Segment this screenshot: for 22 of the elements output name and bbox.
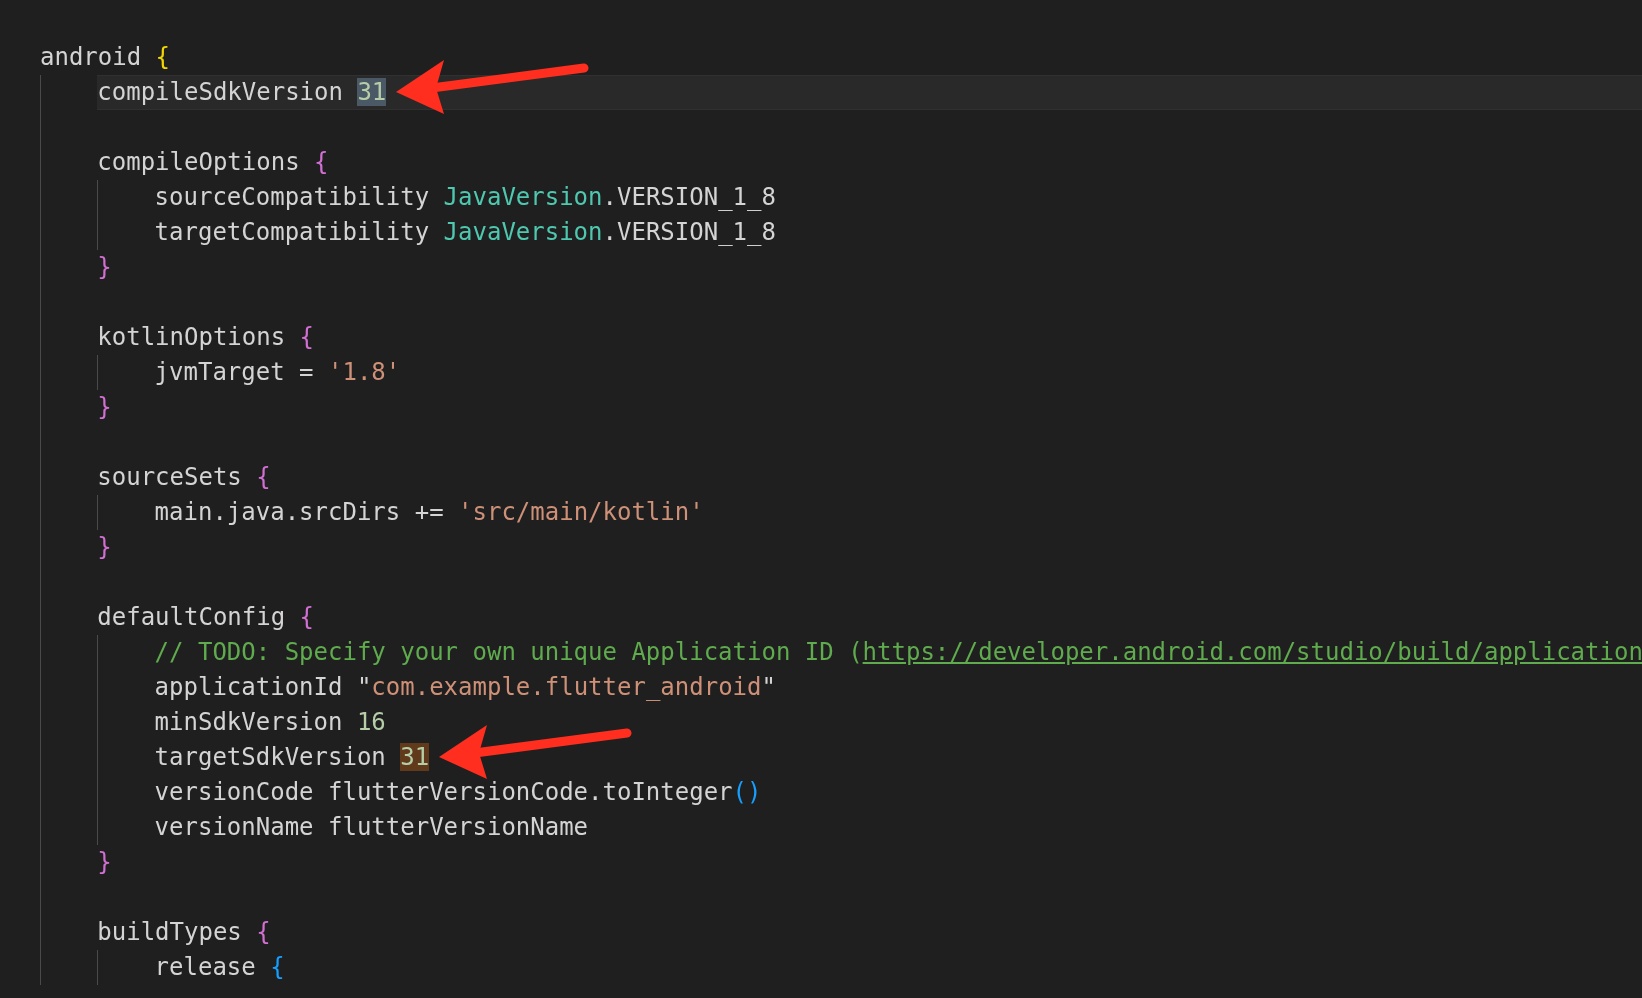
code-line: } xyxy=(97,847,113,878)
code-line: applicationId "com.example.flutter_android" xyxy=(154,672,777,703)
code-line: versionCode flutterVersionCode.toInteger() xyxy=(154,777,763,808)
code-line: // TODO: Specify your own unique Application ID (https://developer.android.com/studio/build/application xyxy=(154,637,1642,668)
code-line: sourceCompatibility JavaVersion.VERSION_1_8 xyxy=(154,182,777,213)
code-line: compileOptions { xyxy=(97,147,330,178)
link[interactable]: https://developer.android.com/studio/build/application xyxy=(862,638,1642,666)
code-line: } xyxy=(97,252,113,283)
code-line: defaultConfig { xyxy=(97,602,316,633)
code-line: minSdkVersion 16 xyxy=(154,707,387,738)
code-line: kotlinOptions { xyxy=(97,322,316,353)
code-line: android { xyxy=(40,42,172,73)
code-line: } xyxy=(97,392,113,423)
code-line: targetCompatibility JavaVersion.VERSION_1_8 xyxy=(154,217,777,248)
code-line: sourceSets { xyxy=(97,462,272,493)
code-line: main.java.srcDirs += 'src/main/kotlin' xyxy=(154,497,705,528)
code-line: targetSdkVersion 31 xyxy=(154,740,1642,775)
code-line: versionName flutterVersionName xyxy=(154,812,590,843)
code-line: buildTypes { xyxy=(97,917,272,948)
code-line: release { xyxy=(154,952,286,983)
code-line: jvmTarget = '1.8' xyxy=(154,357,402,388)
code-line: } xyxy=(97,532,113,563)
